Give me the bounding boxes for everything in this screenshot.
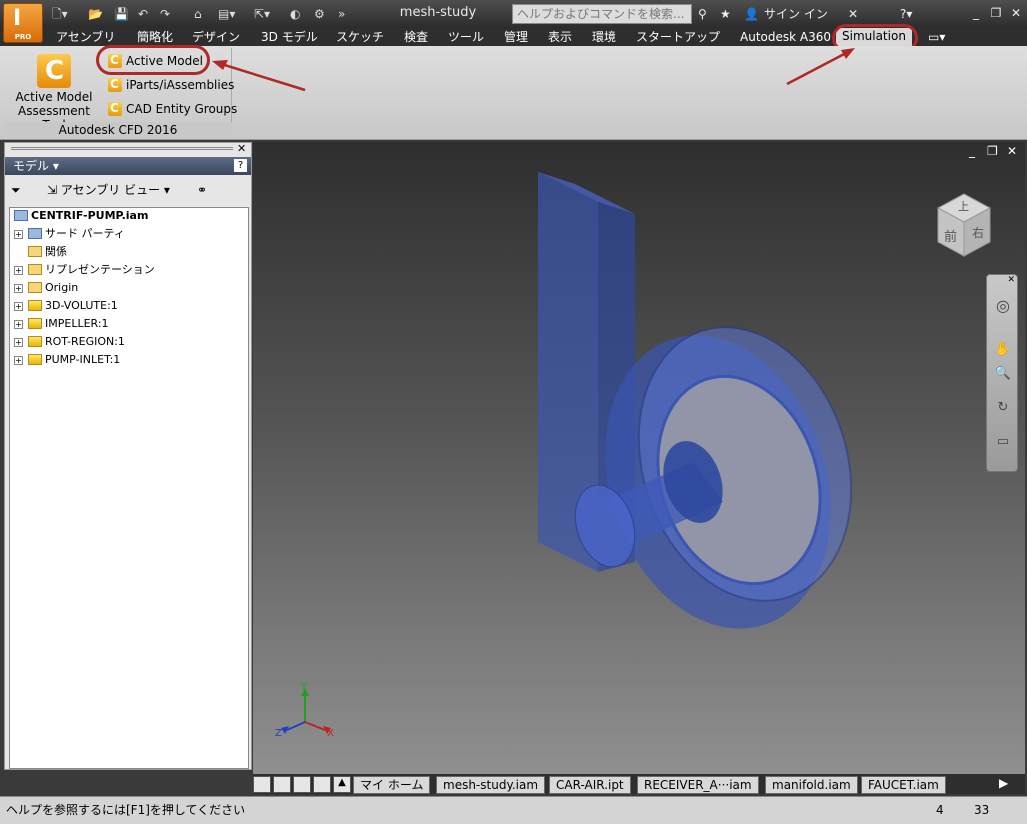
tree-node-3d-volute[interactable]: +3D-VOLUTE:1 [14,298,118,314]
triad-z-label: Z [275,728,282,739]
coordinate-triad [281,688,331,734]
triad-x-label: X [327,728,334,739]
tree-node-impeller[interactable]: + IMPELLER:1 [14,316,109,332]
doc-tab-car-air[interactable]: CAR-AIR.ipt [549,776,631,794]
tree-node-representations[interactable]: + リプレゼンテーション [14,262,155,278]
annotation-arrows [212,48,855,92]
arrow-to-active-model [217,61,306,92]
pan-icon[interactable]: ✋ [994,341,1012,359]
doc-tab-faucet[interactable]: FAUCET.iam [861,776,946,794]
doc-tab-receiver[interactable]: RECEIVER_A···iam [637,776,759,794]
tree-node-relationships[interactable]: 関係 [28,244,67,260]
panel-grip[interactable] [11,147,233,150]
status-bar: ヘルプを参照するには[F1]を押してください 4 33 [0,796,1027,824]
find-icon[interactable]: ⚭ [197,179,207,201]
node-label: PUMP-INLET:1 [45,353,121,366]
expand-icon[interactable]: + [14,230,23,239]
model-tree: CENTRIF-PUMP.iam + サード パーティ 関係 + リプレゼンテーショ… [9,207,249,769]
pump-model[interactable] [253,142,1025,774]
doc-tab-mesh-study[interactable]: mesh-study.iam [436,776,546,794]
node-label: 関係 [45,245,67,258]
tree-node-third-party[interactable]: + サード パーティ [14,226,125,242]
tab-list-icon[interactable]: ▲ [333,776,351,793]
browser-header[interactable]: モデル ▾ ? [5,157,251,175]
look-at-icon[interactable]: ▭ [994,433,1012,451]
node-label: Origin [45,281,79,294]
viewcube[interactable]: 上 前 右 [934,190,994,260]
zoom-icon[interactable]: 🔍 [994,365,1012,383]
filter-icon[interactable]: ⏷ [11,179,21,201]
expand-icon[interactable]: + [14,266,23,275]
node-label: サード パーティ [45,227,125,240]
pro-badge: PRO [14,33,32,41]
folder-icon [28,282,42,293]
part-icon [28,300,42,311]
graphics-viewport[interactable]: _ ❐ ✕ 上 前 右 ✕ ◎ ✋ 🔍 ↻ ▭ Y X Z [253,142,1025,774]
tile-layout-icon[interactable] [273,776,291,793]
doc-tab-my-home[interactable]: マイ ホーム [353,776,431,794]
viewcube-top-label: 上 [958,200,969,213]
node-label: ROT-REGION:1 [45,335,125,348]
expand-icon[interactable]: + [14,284,23,293]
part-icon [28,318,42,329]
viewcube-right-label: 右 [972,226,985,240]
tree-root[interactable]: CENTRIF-PUMP.iam [14,208,148,224]
tree-node-pump-inlet[interactable]: + PUMP-INLET:1 [14,352,120,368]
model-browser: ✕ モデル ▾ ? ⏷ ⇲ アセンブリ ビュー ▾ ⚭ CENTRIF-PUMP… [4,142,252,770]
vertical-layout-icon[interactable] [313,776,331,793]
browser-toolbar: ⏷ ⇲ アセンブリ ビュー ▾ ⚭ [5,179,251,201]
view-label: アセンブリ ビュー [60,183,161,197]
tree-node-origin[interactable]: + Origin [14,280,78,296]
scroll-right-icon[interactable]: ▶ [999,776,1008,790]
assembly-view-dropdown[interactable]: ⇲ アセンブリ ビュー ▾ [47,179,170,201]
node-label: リプレゼンテーション [45,263,155,276]
expand-icon[interactable]: + [14,356,23,365]
doc-tab-manifold[interactable]: manifold.iam [765,776,858,794]
expand-icon[interactable]: + [14,338,23,347]
node-label: IMPELLER:1 [45,317,109,330]
navbar-close-icon[interactable]: ✕ [1007,275,1015,285]
application-menu-button[interactable]: I PRO [3,3,43,43]
panel-close-icon[interactable]: ✕ [237,142,246,155]
part-icon [28,354,42,365]
root-label: CENTRIF-PUMP.iam [31,209,149,222]
app-logo-letter: I [13,6,22,31]
assembly-icon [14,210,28,221]
node-label: 3D-VOLUTE:1 [45,299,118,312]
representations-icon [28,264,42,275]
third-party-icon [28,228,42,239]
orbit-icon[interactable]: ↻ [994,399,1012,417]
status-count-2: 33 [974,803,990,817]
steering-wheel-icon[interactable]: ◎ [994,297,1012,315]
horizontal-layout-icon[interactable] [293,776,311,793]
cascade-layout-icon[interactable] [253,776,271,793]
expand-icon[interactable]: + [14,320,23,329]
folder-icon [28,246,42,257]
document-tabs: ▲ マイ ホーム mesh-study.iam CAR-AIR.ipt RECE… [253,774,1025,794]
navigation-bar: ✕ ◎ ✋ 🔍 ↻ ▭ [986,274,1018,472]
status-message: ヘルプを参照するには[F1]を押してください [6,803,246,817]
expand-icon[interactable]: + [14,302,23,311]
tree-node-rot-region[interactable]: + ROT-REGION:1 [14,334,125,350]
part-icon [28,336,42,347]
triad-y-label: Y [301,682,308,693]
arrow-to-simulation [786,50,849,86]
viewcube-front-label: 前 [944,230,958,245]
status-count-1: 4 [936,803,944,817]
arrowhead-right [841,48,855,59]
browser-title: モデル [13,159,50,173]
help-icon[interactable]: ? [234,159,247,172]
